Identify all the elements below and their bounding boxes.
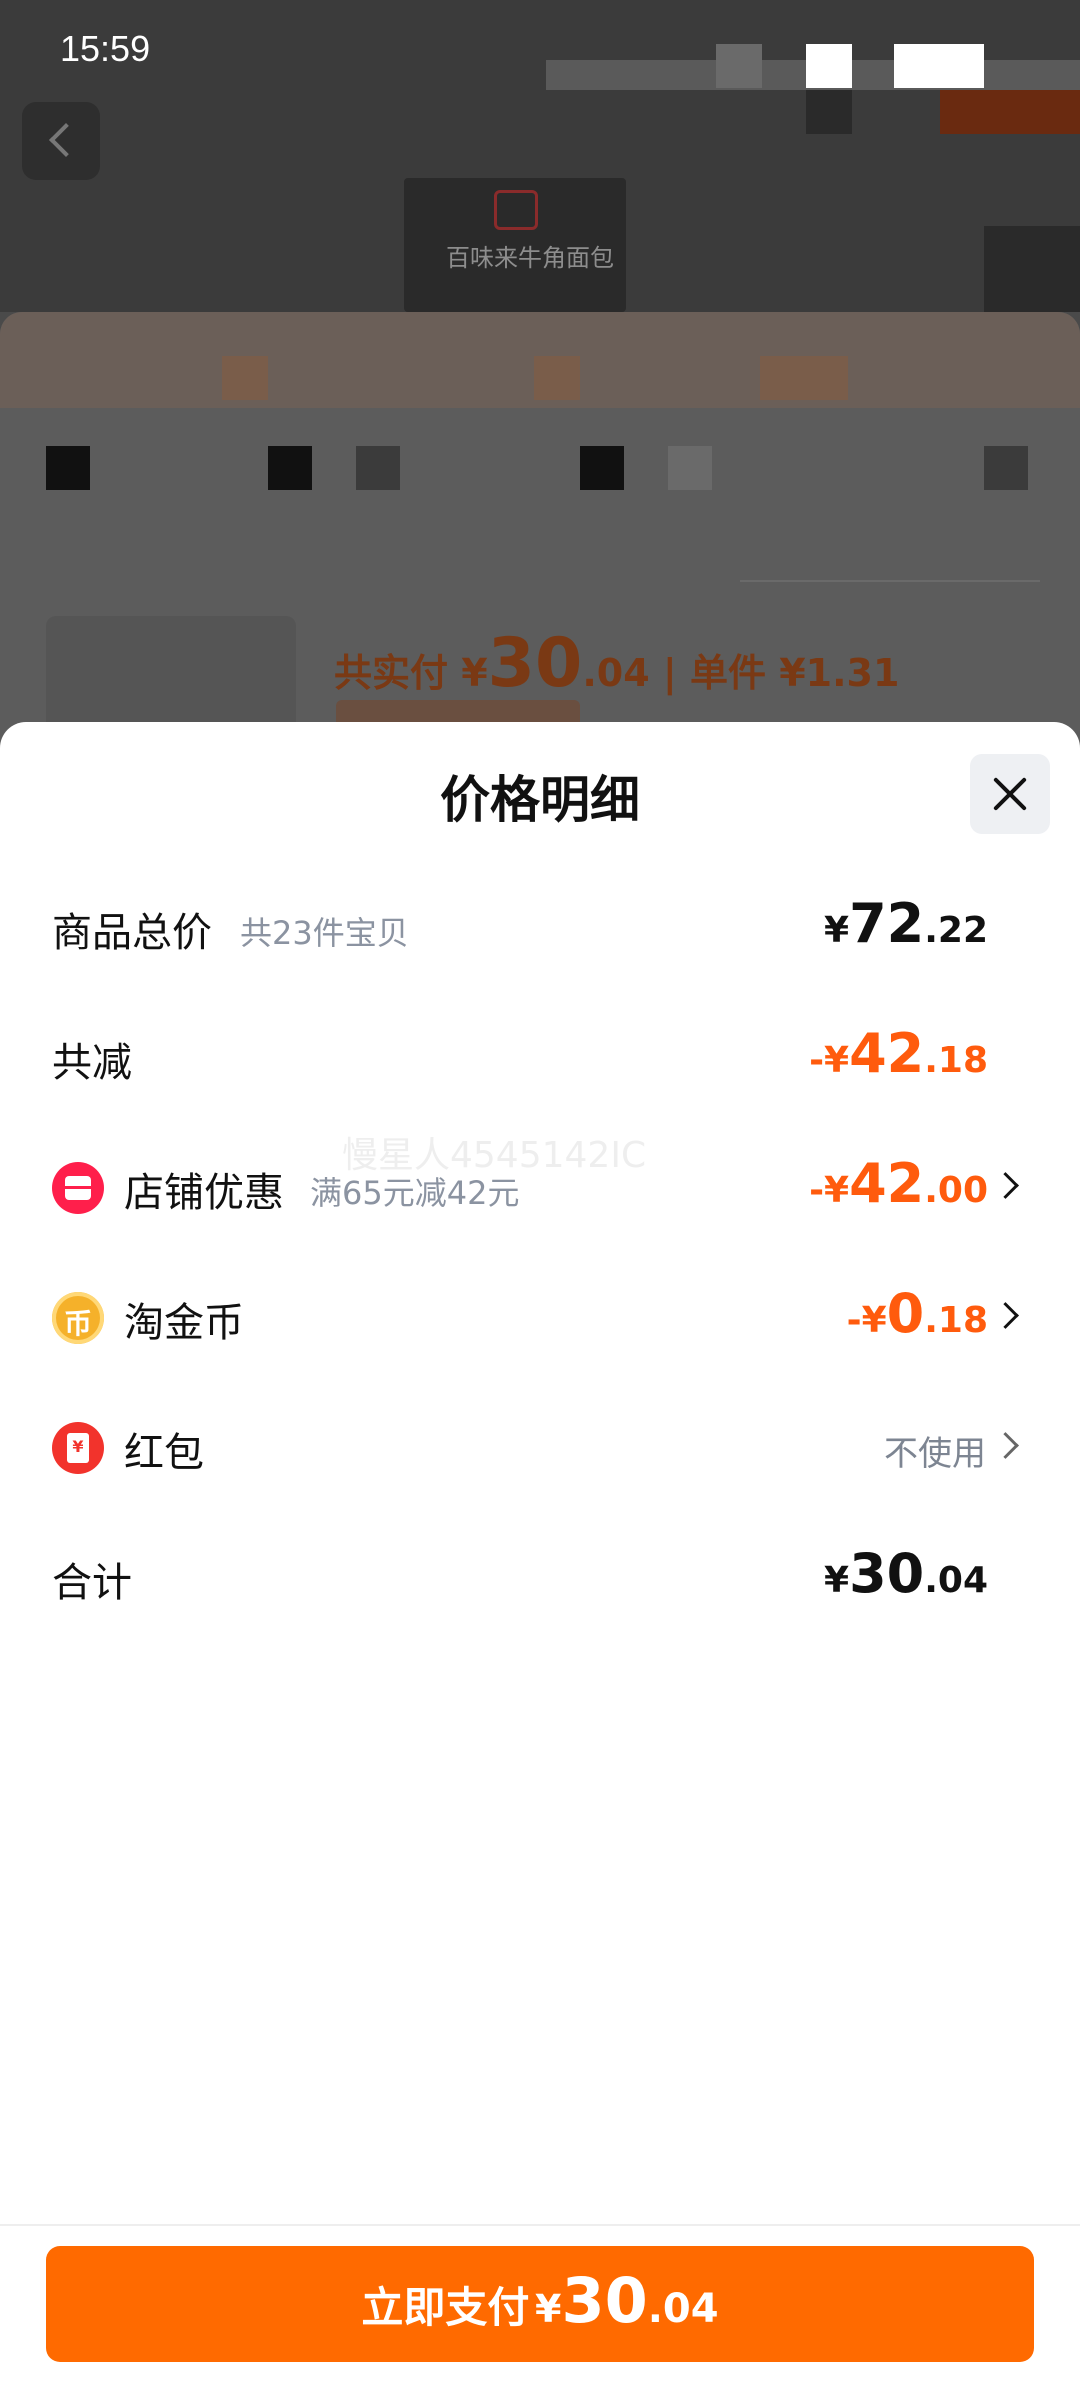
total-label: 合计 bbox=[52, 1560, 132, 1606]
price-detail-sheet: 价格明细 慢星人4545142IC 商品总价 共23件宝贝 ¥72.22 共减 … bbox=[0, 722, 1080, 2400]
pay-now-button[interactable]: 立即支付 ¥30.04 bbox=[46, 2246, 1034, 2362]
shop-discount-note: 满65元减42元 bbox=[310, 1174, 520, 1212]
mosaic-block bbox=[356, 446, 400, 490]
mosaic-block bbox=[984, 226, 1080, 312]
banner-text: 百味来牛角面包 bbox=[446, 244, 614, 272]
row-total: 合计 ¥30.04 bbox=[0, 1532, 1080, 1622]
mosaic-block bbox=[668, 446, 712, 490]
goods-count-note: 共23件宝贝 bbox=[240, 914, 409, 952]
background-pay-summary: 共实付 ¥30.04 | 单件 ¥1.31 bbox=[334, 624, 900, 703]
total-amount: ¥30.04 bbox=[824, 1542, 988, 1605]
red-packet-value: 不使用 bbox=[884, 1434, 986, 1474]
shop-discount-amount: -¥42.00 bbox=[809, 1152, 988, 1215]
mosaic-block bbox=[806, 90, 852, 134]
chevron-right-icon bbox=[992, 1172, 1019, 1199]
status-time: 15:59 bbox=[60, 28, 151, 69]
red-packet-icon: ¥ bbox=[52, 1422, 104, 1474]
taojinbi-label: 淘金币 bbox=[124, 1300, 244, 1346]
mosaic-block bbox=[760, 356, 848, 400]
coin-icon: 币 bbox=[52, 1292, 104, 1344]
bottom-bar: 立即支付 ¥30.04 bbox=[0, 2224, 1080, 2402]
background-page: 百味来牛角面包 15:59 共实付 ¥30.04 | 单件 ¥1.31 bbox=[0, 0, 1080, 760]
divider bbox=[740, 580, 1040, 582]
row-shop-discount[interactable]: 店铺优惠 满65元减42元 -¥42.00 bbox=[0, 1142, 1080, 1232]
mosaic-block bbox=[940, 90, 1080, 134]
shop-icon bbox=[52, 1162, 104, 1214]
row-goods-total: 商品总价 共23件宝贝 ¥72.22 bbox=[0, 882, 1080, 972]
row-taojinbi[interactable]: 币 淘金币 -¥0.18 bbox=[0, 1272, 1080, 1362]
row-red-packet[interactable]: ¥ 红包 不使用 bbox=[0, 1402, 1080, 1492]
row-total-discount: 共减 -¥42.18 bbox=[0, 1012, 1080, 1102]
mosaic-block bbox=[806, 44, 852, 88]
mosaic-block bbox=[580, 446, 624, 490]
goods-total-amount: ¥72.22 bbox=[824, 892, 988, 955]
mosaic-block bbox=[46, 446, 90, 490]
chevron-right-icon bbox=[992, 1432, 1019, 1459]
shop-discount-label: 店铺优惠 bbox=[124, 1170, 284, 1216]
pay-now-text: 立即支付 ¥30.04 bbox=[361, 2264, 719, 2337]
total-discount-label: 共减 bbox=[52, 1040, 132, 1086]
mosaic-block bbox=[534, 356, 580, 400]
brand-logo bbox=[494, 190, 538, 230]
chevron-right-icon bbox=[992, 1302, 1019, 1329]
mosaic-block bbox=[716, 44, 762, 88]
taojinbi-amount: -¥0.18 bbox=[846, 1282, 988, 1345]
red-packet-label: 红包 bbox=[124, 1430, 204, 1476]
sheet-title: 价格明细 bbox=[440, 771, 640, 829]
mosaic-block bbox=[984, 446, 1028, 490]
mosaic-block bbox=[268, 446, 312, 490]
total-discount-amount: -¥42.18 bbox=[809, 1022, 988, 1085]
goods-total-label: 商品总价 bbox=[52, 910, 212, 956]
close-icon[interactable] bbox=[970, 754, 1050, 834]
mosaic-block bbox=[894, 44, 984, 88]
mosaic-block bbox=[222, 356, 268, 400]
back-arrow-icon[interactable] bbox=[22, 102, 100, 180]
